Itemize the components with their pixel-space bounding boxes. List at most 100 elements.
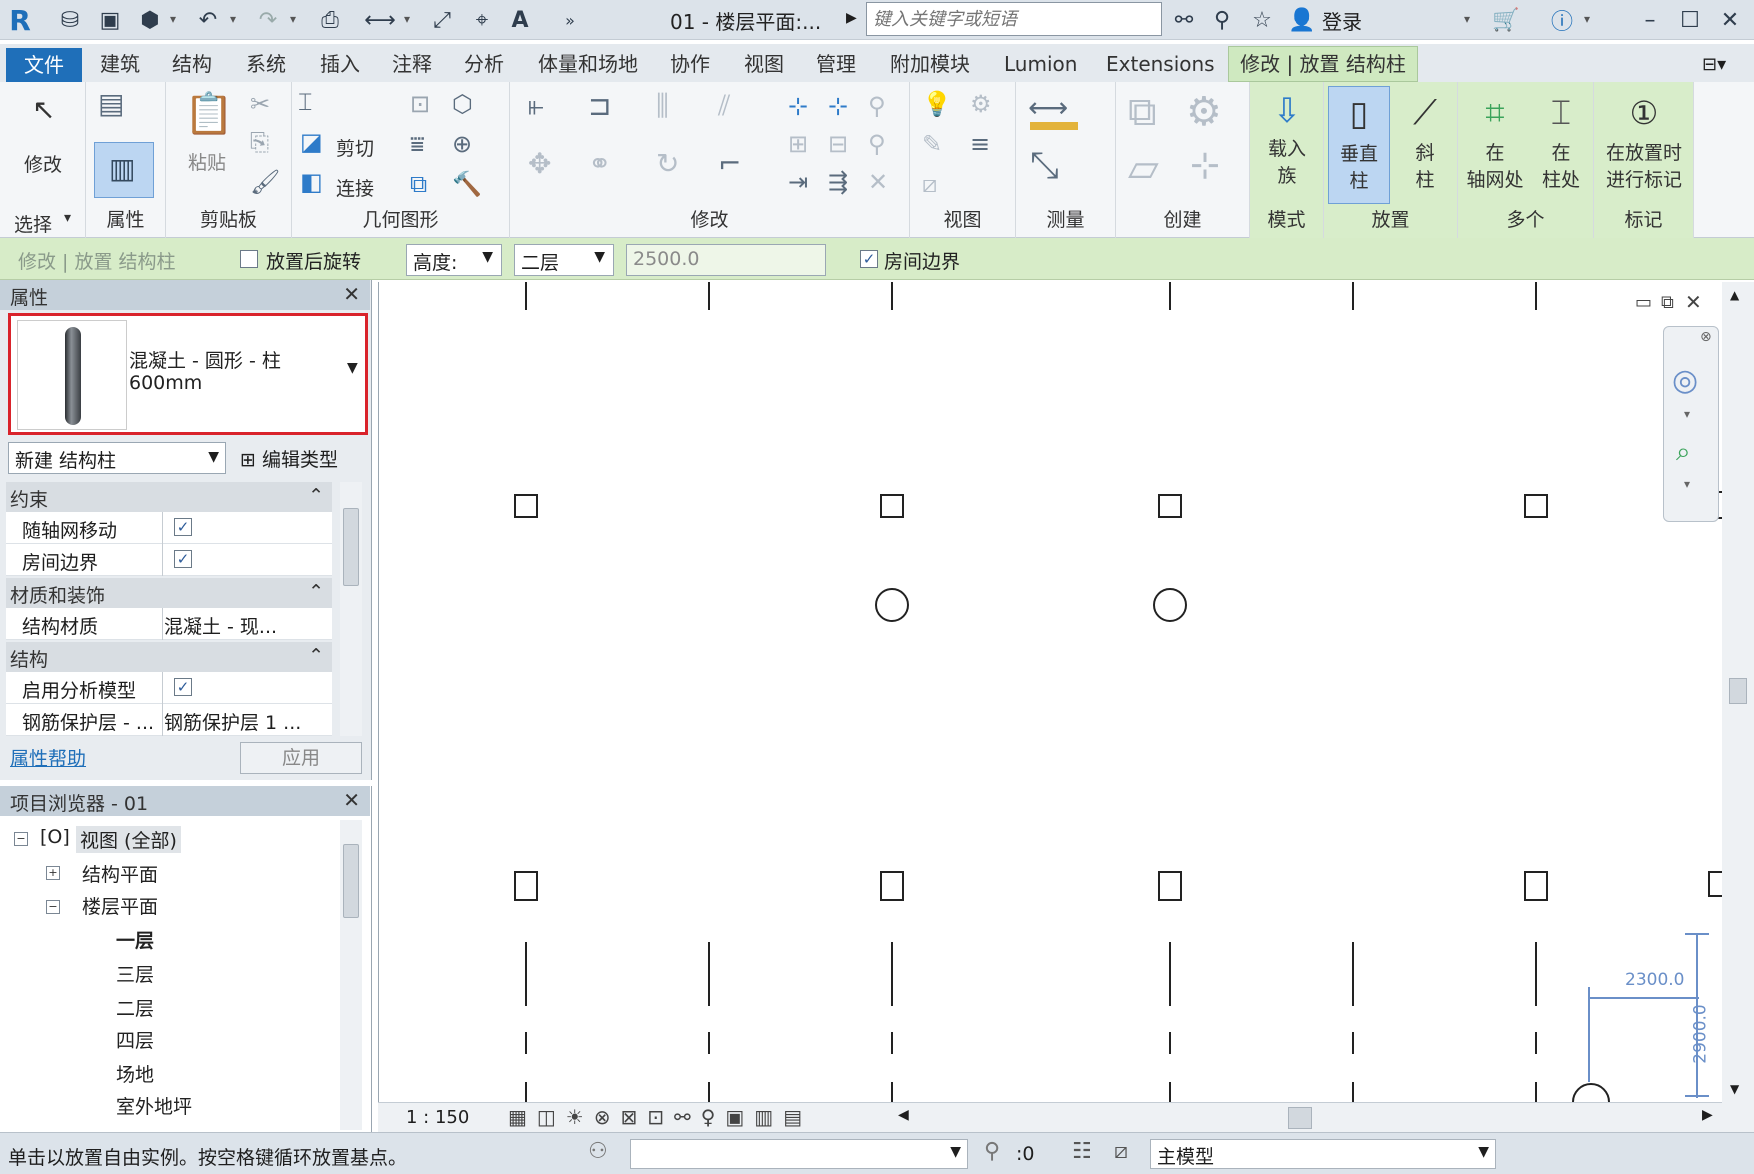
at-columns-button[interactable]: ⌶ 在 柱处 — [1530, 86, 1592, 194]
tab-systems[interactable]: 系统 — [242, 50, 290, 80]
tab-structure[interactable]: 结构 — [168, 50, 216, 80]
undo-dropdown-icon[interactable]: ▾ — [230, 12, 236, 26]
scroll-up-icon[interactable]: ▲ — [1730, 288, 1739, 302]
tag-icon[interactable]: ⌖ — [468, 6, 496, 34]
mirror-axis-icon[interactable]: ⫼ — [656, 92, 669, 120]
favorites-star-icon[interactable]: ☆ — [1248, 6, 1276, 34]
paste-icon[interactable]: 📋 — [184, 94, 234, 134]
sync-dropdown-icon[interactable]: ▾ — [170, 12, 176, 26]
edit-type-button[interactable]: ⊞ 编辑类型 — [236, 442, 368, 474]
aligned-dimension-icon[interactable]: ⤢ — [428, 6, 456, 34]
close-icon[interactable]: ✕ — [343, 282, 360, 306]
redo-dropdown-icon[interactable]: ▾ — [290, 12, 296, 26]
group-structural[interactable]: 结构 ⌃ — [6, 642, 332, 672]
join-geometry-icon[interactable]: ◧ — [300, 170, 323, 194]
trim-extend-icon[interactable]: ⌐ — [718, 150, 741, 178]
print-icon[interactable]: ⎙ — [316, 6, 344, 34]
trim-multiple-icon[interactable]: ⇶ — [828, 170, 848, 194]
tree-item-level[interactable]: 三层 — [116, 960, 154, 987]
tab-lumion[interactable]: Lumion — [1000, 50, 1081, 80]
close-icon[interactable]: ⊗ — [1700, 329, 1712, 345]
revit-logo-icon[interactable]: R — [6, 4, 34, 37]
load-family-button[interactable]: ⇩ 载入 族 — [1250, 86, 1324, 190]
align-icon[interactable]: ⫦ — [528, 92, 544, 120]
select-group-label[interactable]: 选择 — [14, 210, 52, 237]
editing-requests-icon[interactable]: ☷ — [1072, 1139, 1092, 1164]
measure-icon[interactable]: ⟷ — [364, 6, 396, 34]
cope-icon[interactable]: ⌶ — [298, 90, 312, 114]
create-parts-icon[interactable]: ⚙ — [1186, 92, 1222, 132]
offset-icon[interactable]: ⊐ — [588, 92, 611, 120]
height-depth-select[interactable]: 高度: ▼ — [406, 244, 502, 276]
wall-joins-icon[interactable]: ⊡ — [410, 92, 430, 116]
copy-element-icon[interactable]: ⚭ — [588, 150, 611, 178]
demolish-hammer-icon[interactable]: 🔨 — [452, 172, 482, 196]
scroll-thumb[interactable] — [343, 508, 359, 586]
cut-scissors-icon[interactable]: ✂ — [250, 92, 270, 116]
type-properties-icon[interactable]: ▤ — [98, 90, 124, 118]
dimension-horizontal[interactable]: 2300.0 — [1625, 970, 1684, 990]
vertical-column-button[interactable]: ▯ 垂直 柱 — [1328, 86, 1390, 204]
undo-icon[interactable]: ↶ — [194, 6, 222, 34]
binoculars-icon[interactable]: ⚯ — [1170, 6, 1198, 34]
array-icon[interactable]: ⊞ — [788, 132, 808, 156]
instance-filter-select[interactable]: 新建 结构柱 ▼ — [8, 442, 226, 474]
linework-icon[interactable]: ✎ — [922, 132, 942, 156]
close-icon[interactable]: ✕ — [1716, 6, 1744, 34]
collapse-toggle-icon[interactable]: − — [46, 900, 60, 914]
split-face-icon[interactable]: ⬡ — [452, 92, 473, 116]
view-close-icon[interactable]: ✕ — [1685, 290, 1702, 314]
tab-collaborate[interactable]: 协作 — [666, 50, 714, 80]
tag-on-placement-button[interactable]: ① 在放置时 进行标记 — [1594, 86, 1694, 194]
text-icon[interactable]: A — [506, 6, 534, 34]
tree-item-level[interactable]: 一层 — [116, 926, 154, 953]
cart-icon[interactable]: 🛒 — [1492, 6, 1520, 34]
prop-checkbox-enable-analytical[interactable]: ✓ — [174, 678, 192, 696]
scroll-right-icon[interactable]: ▶ — [1702, 1107, 1713, 1123]
view-control-icons[interactable]: ▦◫☀⊗⊠⊡⚯♀▣▥▤ — [508, 1105, 812, 1129]
scale-icon[interactable]: ⊟ — [828, 132, 848, 156]
measure-distance-icon[interactable]: ⟷ — [1028, 94, 1068, 122]
tab-manage[interactable]: 管理 — [812, 50, 860, 80]
type-selector[interactable]: 混凝土 - 圆形 - 柱 600mm ▼ — [8, 313, 368, 435]
design-option-select[interactable]: 主模型 ▼ — [1150, 1139, 1496, 1169]
sync-icon[interactable]: ⬢ — [136, 6, 164, 34]
drawing-canvas[interactable]: 2300.0 2900.0 ▭ ⧉ ✕ ⊗ ◎ ▾ ⌕ ▾ — [378, 282, 1723, 1102]
beam-join-icon[interactable]: ⩸ — [410, 132, 425, 156]
at-grids-button[interactable]: ⌗ 在 轴网处 — [1460, 86, 1530, 194]
rotate-after-checkbox[interactable] — [240, 250, 258, 268]
subscription-icon[interactable]: ⚲ — [1208, 6, 1236, 34]
expand-toggle-icon[interactable]: + — [46, 866, 60, 880]
ribbon-toggle-icon[interactable]: ⊟▾ — [1702, 54, 1726, 75]
paint-icon[interactable]: ⧉ — [410, 172, 427, 196]
height-value-input[interactable]: 2500.0 — [626, 244, 826, 276]
design-options-icon[interactable]: ⧄ — [1114, 1139, 1128, 1164]
workset-select[interactable]: ▼ — [630, 1139, 968, 1169]
dimension-vertical[interactable]: 2900.0 — [1691, 1004, 1711, 1063]
close-icon[interactable]: ✕ — [343, 788, 360, 812]
delete-icon[interactable]: ✕ — [868, 170, 888, 194]
halftone-icon[interactable]: ⧄ — [922, 172, 937, 196]
maximize-icon[interactable]: ☐ — [1676, 6, 1704, 34]
user-icon[interactable]: 👤 — [1288, 6, 1316, 34]
match-type-icon[interactable]: 🖌 — [250, 170, 280, 194]
copy-icon[interactable]: ⎘ — [250, 130, 269, 154]
trim-single-icon[interactable]: ⇥ — [788, 170, 808, 194]
scroll-thumb[interactable] — [1729, 678, 1747, 704]
unpin-icon[interactable]: ⚲ — [868, 132, 886, 156]
tab-modify-place-column[interactable]: 修改 | 放置 结构柱 — [1228, 46, 1418, 82]
2d-wheel-icon[interactable]: ◎ — [1672, 363, 1698, 398]
cut-geometry-label[interactable]: 剪切 — [336, 134, 374, 161]
expand-arrow-icon[interactable]: ▶ — [846, 10, 857, 26]
mirror-draw-icon[interactable]: ⫽ — [718, 92, 731, 120]
collapse-toggle-icon[interactable]: − — [14, 832, 28, 846]
more-tools-icon[interactable]: » — [556, 6, 584, 34]
split-element-icon[interactable]: ⊹ — [788, 94, 808, 118]
tab-annotate[interactable]: 注释 — [388, 50, 436, 80]
tab-addins[interactable]: 附加模块 — [886, 50, 974, 80]
browser-scrollbar[interactable] — [340, 820, 362, 1130]
group-materials[interactable]: 材质和装饰 ⌃ — [6, 578, 332, 608]
login-dropdown-icon[interactable]: ▾ — [1464, 12, 1470, 26]
prop-checkbox-room-bounding[interactable]: ✓ — [174, 550, 192, 568]
properties-help-link[interactable]: 属性帮助 — [10, 744, 86, 771]
